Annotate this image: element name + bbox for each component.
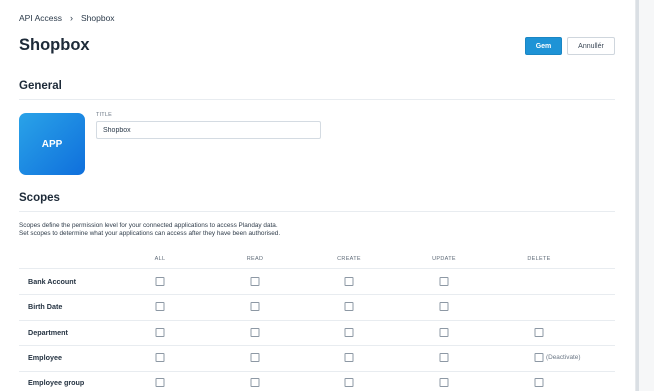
checkbox-department-update[interactable]	[439, 327, 449, 337]
deactivate-link[interactable]: (Deactivate)	[546, 354, 580, 361]
checkbox-department-create[interactable]	[344, 327, 354, 337]
checkbox-birth-date-create[interactable]	[344, 302, 354, 312]
checkbox-employee-all[interactable]	[155, 352, 165, 362]
scope-row-label-employee: Employee	[28, 352, 62, 362]
chevron-right-icon: ›	[70, 13, 73, 23]
checkbox-employee-group-create[interactable]	[344, 378, 354, 388]
column-header-all: ALL	[154, 256, 166, 262]
general-heading: General	[19, 80, 62, 92]
column-header-delete: DELETE	[527, 256, 551, 262]
title-input[interactable]	[96, 121, 321, 139]
scope-row-label-employee-group: Employee group	[28, 378, 85, 388]
breadcrumb-current: Shopbox	[81, 13, 115, 23]
scopes-description-line-1: Scopes define the permission level for y…	[19, 222, 278, 229]
row-divider	[19, 319, 615, 321]
checkbox-employee-group-delete[interactable]	[534, 378, 544, 388]
page-title: Shopbox	[19, 36, 90, 54]
checkbox-employee-group-all[interactable]	[155, 378, 165, 388]
row-divider	[19, 370, 615, 372]
checkbox-department-read[interactable]	[250, 327, 260, 337]
checkbox-department-delete[interactable]	[534, 327, 544, 337]
column-header-create: CREATE	[337, 256, 361, 262]
checkbox-birth-date-read[interactable]	[250, 302, 260, 312]
column-header-read: READ	[246, 256, 264, 262]
checkbox-employee-update[interactable]	[439, 352, 449, 362]
scopes-description-line-2: Set scopes to determine what your applic…	[19, 230, 281, 237]
checkbox-bank-account-all[interactable]	[155, 276, 165, 286]
scopes-divider	[19, 211, 615, 212]
column-header-update: UPDATE	[432, 256, 456, 262]
save-button[interactable]: Gem	[525, 37, 562, 55]
checkbox-employee-delete[interactable]	[534, 352, 544, 362]
scopes-heading: Scopes	[19, 192, 60, 204]
scope-row-label-birth-date: Birth Date	[28, 302, 63, 312]
scopes-description: Scopes define the permission level for y…	[19, 222, 280, 238]
checkbox-department-all[interactable]	[155, 327, 165, 337]
row-divider	[19, 294, 615, 296]
checkbox-employee-group-update[interactable]	[439, 378, 449, 388]
checkbox-birth-date-all[interactable]	[155, 302, 165, 312]
scrollbar-thumb[interactable]	[636, 0, 639, 391]
cancel-button[interactable]: Annullér	[567, 37, 615, 55]
scope-row-label-department: Department	[28, 327, 68, 337]
checkbox-employee-create[interactable]	[344, 352, 354, 362]
app-icon: APP	[19, 113, 85, 175]
general-divider	[19, 99, 615, 100]
row-divider	[19, 345, 615, 347]
checkbox-bank-account-update[interactable]	[439, 276, 449, 286]
checkbox-bank-account-read[interactable]	[250, 276, 260, 286]
title-field-label: TITLE	[96, 112, 112, 118]
breadcrumb: API Access › Shopbox	[19, 13, 115, 23]
checkbox-employee-read[interactable]	[250, 352, 260, 362]
checkbox-bank-account-create[interactable]	[344, 276, 354, 286]
checkbox-employee-group-read[interactable]	[250, 378, 260, 388]
breadcrumb-parent-link[interactable]: API Access	[19, 13, 62, 23]
header-divider	[19, 268, 615, 269]
checkbox-birth-date-update[interactable]	[439, 302, 449, 312]
scope-row-label-bank-account: Bank Account	[28, 276, 77, 286]
